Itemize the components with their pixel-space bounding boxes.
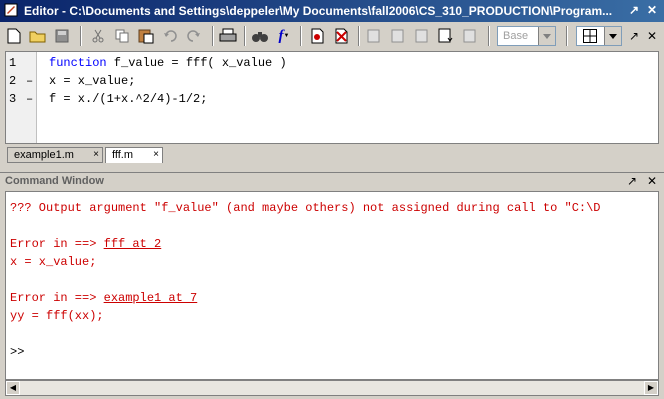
line-marker[interactable]: – [26,92,33,106]
editor-app-icon [4,3,18,17]
continue-icon[interactable] [436,26,456,46]
command-window-title: Command Window [5,175,104,187]
line-number: 3 [9,92,17,106]
cut-icon[interactable] [88,26,108,46]
layout-combo[interactable] [576,26,622,46]
error-location-2: Error in ==> example1 at 7 [10,291,197,305]
stack-combo-value: Base [503,30,529,42]
paste-icon[interactable] [136,26,156,46]
error-code-line: yy = fff(xx); [10,309,104,323]
step-out-icon[interactable] [412,26,432,46]
scroll-right-icon[interactable]: ▶ [644,381,658,395]
function-icon[interactable]: f ▼ [274,26,294,46]
command-window-header: Command Window ↗ ✕ [0,172,664,190]
error-prefix: Error in ==> [10,291,104,305]
tab-close-icon[interactable]: × [153,148,159,162]
step-in-icon[interactable] [388,26,408,46]
find-binoculars-icon[interactable] [250,26,270,46]
line-number: 2 [9,74,17,88]
exit-debug-icon[interactable] [460,26,480,46]
clear-breakpoints-icon[interactable] [332,26,352,46]
close-icon[interactable]: ✕ [644,2,660,18]
toolbar-separator [244,26,246,46]
undock-command-window-icon[interactable]: ↗ [624,173,640,189]
error-location-1: Error in ==> fff at 2 [10,237,161,251]
tab-fff[interactable]: fff.m × [105,147,163,163]
redo-icon[interactable] [184,26,204,46]
line-number: 1 [9,56,17,70]
title-bar: Editor - C:\Documents and Settings\deppe… [0,0,664,22]
code-text: f_value = fff( x_value ) [106,56,287,70]
set-breakpoint-icon[interactable] [308,26,328,46]
document-tabs: example1.m × fff.m × [5,145,659,165]
scroll-left-icon[interactable]: ◀ [6,381,20,395]
grid-layout-icon [583,29,597,46]
line-marker[interactable]: – [26,74,33,88]
open-folder-icon[interactable] [28,26,48,46]
print-icon[interactable] [218,26,238,46]
code-line[interactable]: function f_value = fff( x_value ) [49,56,287,70]
chevron-down-icon[interactable] [604,27,621,45]
tab-example1[interactable]: example1.m × [7,147,103,163]
chevron-down-icon[interactable] [538,27,555,45]
toolbar-separator [300,26,302,46]
error-message: ??? Output argument "f_value" (and maybe… [10,201,601,215]
tab-close-icon[interactable]: × [93,148,99,162]
toolbar-separator [80,26,82,46]
editor-pane[interactable]: 1 function f_value = fff( x_value ) 2 – … [5,51,659,144]
error-link-fff[interactable]: fff at 2 [104,237,162,251]
undock-icon[interactable]: ↗ [626,2,642,18]
toolbar: f ▼ Base ↗ ✕ [0,22,664,50]
save-icon[interactable] [52,26,72,46]
command-window[interactable]: ??? Output argument "f_value" (and maybe… [5,191,659,380]
toolbar-separator [566,26,568,46]
toolbar-separator [212,26,214,46]
error-link-example1[interactable]: example1 at 7 [104,291,198,305]
code-line[interactable]: f = x./(1+x.^2/4)-1/2; [49,92,207,106]
error-prefix: Error in ==> [10,237,104,251]
horizontal-scrollbar[interactable]: ◀ ▶ [5,380,659,396]
undock-editor-icon[interactable]: ↗ [626,28,642,44]
code-line[interactable]: x = x_value; [49,74,135,88]
close-command-window-icon[interactable]: ✕ [644,173,660,189]
step-icon[interactable] [364,26,384,46]
toolbar-separator [488,26,490,46]
copy-icon[interactable] [112,26,132,46]
tab-label: example1.m [14,149,74,161]
tab-label: fff.m [112,149,133,161]
stack-combo[interactable]: Base [497,26,556,46]
undo-icon[interactable] [160,26,180,46]
toolbar-separator [358,26,360,46]
close-editor-icon[interactable]: ✕ [644,28,660,44]
keyword-function: function [49,56,107,70]
window-title: Editor - C:\Documents and Settings\deppe… [24,4,613,18]
new-file-icon[interactable] [4,26,24,46]
error-code-line: x = x_value; [10,255,97,269]
command-prompt[interactable]: >> [10,345,24,359]
